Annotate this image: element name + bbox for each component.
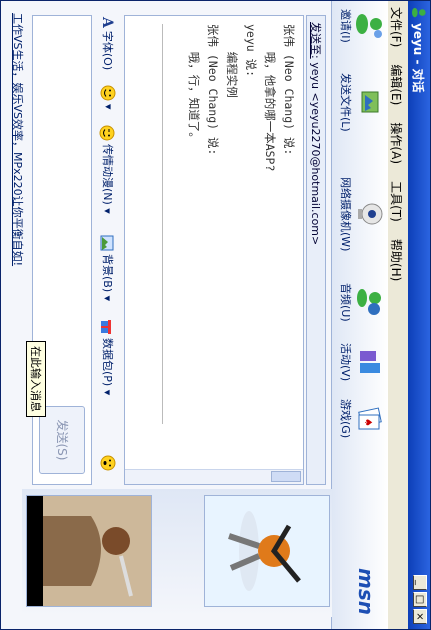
- nudge-button[interactable]: [100, 455, 116, 474]
- background-picture-icon: [100, 235, 114, 251]
- audio-button[interactable]: 音频(U): [338, 283, 384, 322]
- send-file-icon: [361, 91, 379, 113]
- invite-button[interactable]: 邀请(I): [338, 9, 384, 43]
- emoticon-button[interactable]: ▾: [100, 85, 116, 110]
- msn-logo: msn: [354, 568, 378, 615]
- message-line: 哦，他拿的哪一本ASP?: [263, 24, 277, 172]
- close-button[interactable]: ×: [413, 609, 427, 624]
- menu-edit[interactable]: 编辑(E): [385, 58, 408, 111]
- maximize-button[interactable]: □: [413, 592, 427, 607]
- send-to-bar: 发送至: yeyu <yeyu2270@hotmail.com>: [306, 15, 326, 485]
- input-tooltip: 在此输入消息: [26, 341, 46, 417]
- message-line: 编程实例: [225, 24, 239, 98]
- menu-bar: 文件(F) 编辑(E) 操作(A) 工具(T) 帮助(H): [387, 1, 408, 629]
- title-bar[interactable]: yeyu - 对话 _ □ ×: [408, 1, 430, 629]
- scrollbar-thumb[interactable]: [271, 471, 301, 482]
- nudge-smiley-icon: [100, 455, 116, 471]
- font-a-icon: A: [99, 17, 115, 28]
- send-to-contact: yeyu <yeyu2270@hotmail.com>: [309, 62, 322, 246]
- font-button[interactable]: A字体(O): [99, 17, 116, 70]
- menu-help[interactable]: 帮助(H): [385, 233, 408, 287]
- status-bar: 工作VS生活，娱乐VS效率，MPx220让你平衡自如!: [8, 13, 26, 613]
- activity-icon: [360, 351, 380, 374]
- audio-icon: [357, 289, 381, 316]
- toolbar: 邀请(I) 发送文件(L) 网络摄像机(W) 音频(U) 活动(V) ♠ 游戏(…: [331, 1, 388, 629]
- msn-buddy-icon: [412, 7, 426, 18]
- my-display-picture: [26, 495, 152, 607]
- invite-person-icon: [356, 13, 382, 38]
- svg-text:♠: ♠: [362, 418, 373, 427]
- menu-tools[interactable]: 工具(T): [385, 175, 408, 228]
- wink-icon: [99, 125, 115, 141]
- webcam-button[interactable]: 网络摄像机(W): [338, 177, 384, 251]
- emoticon-dropdown-arrow: ▾: [102, 104, 115, 110]
- conversation-window: yeyu - 对话 _ □ × 文件(F) 编辑(E) 操作(A) 工具(T) …: [0, 0, 431, 630]
- format-toolbar: A字体(O) ▾ 传情动漫(N) ▾ 背景(B) ▾ 数据包(P) ▾: [94, 15, 120, 485]
- games-icon: ♠: [358, 407, 382, 430]
- dancer-picture: [205, 496, 329, 606]
- warrior-picture: [27, 496, 151, 606]
- animated-emoticon-button[interactable]: 传情动漫(N) ▾: [99, 125, 116, 214]
- divider: [162, 24, 163, 424]
- message-line: 哦，行，知道了。: [187, 24, 201, 144]
- background-button[interactable]: 背景(B) ▾: [100, 235, 116, 301]
- activity-button[interactable]: 活动(V): [338, 343, 384, 381]
- history-scrollbar[interactable]: [125, 469, 303, 484]
- message-line: 张伟 (Neo Chang) 说:: [282, 24, 296, 156]
- message-line: yeyu 说:: [244, 24, 258, 78]
- contact-display-picture: [204, 495, 330, 607]
- send-file-button[interactable]: 发送文件(L): [338, 73, 384, 132]
- screen: yeyu - 对话 _ □ × 文件(F) 编辑(E) 操作(A) 工具(T) …: [0, 0, 431, 630]
- smiley-icon: [100, 85, 116, 101]
- menu-file[interactable]: 文件(F): [385, 1, 408, 53]
- webcam-icon: [358, 203, 383, 225]
- window-title: yeyu - 对话: [411, 23, 425, 93]
- games-button[interactable]: ♠ 游戏(G): [338, 399, 384, 438]
- menu-actions[interactable]: 操作(A): [385, 116, 408, 170]
- gift-pack-button[interactable]: 数据包(P) ▾: [100, 319, 116, 395]
- ad-link[interactable]: 工作VS生活，娱乐VS效率，MPx220让你平衡自如!: [11, 13, 24, 266]
- send-to-label: 发送至:: [309, 22, 322, 59]
- message-line: 张伟 (Neo Chang) 说:: [206, 24, 220, 156]
- conversation-history[interactable]: 张伟 (Neo Chang) 说: 哦，他拿的哪一本ASP? yeyu 说: 编…: [124, 15, 304, 485]
- minimize-button[interactable]: _: [413, 575, 427, 590]
- gift-icon: [101, 320, 111, 334]
